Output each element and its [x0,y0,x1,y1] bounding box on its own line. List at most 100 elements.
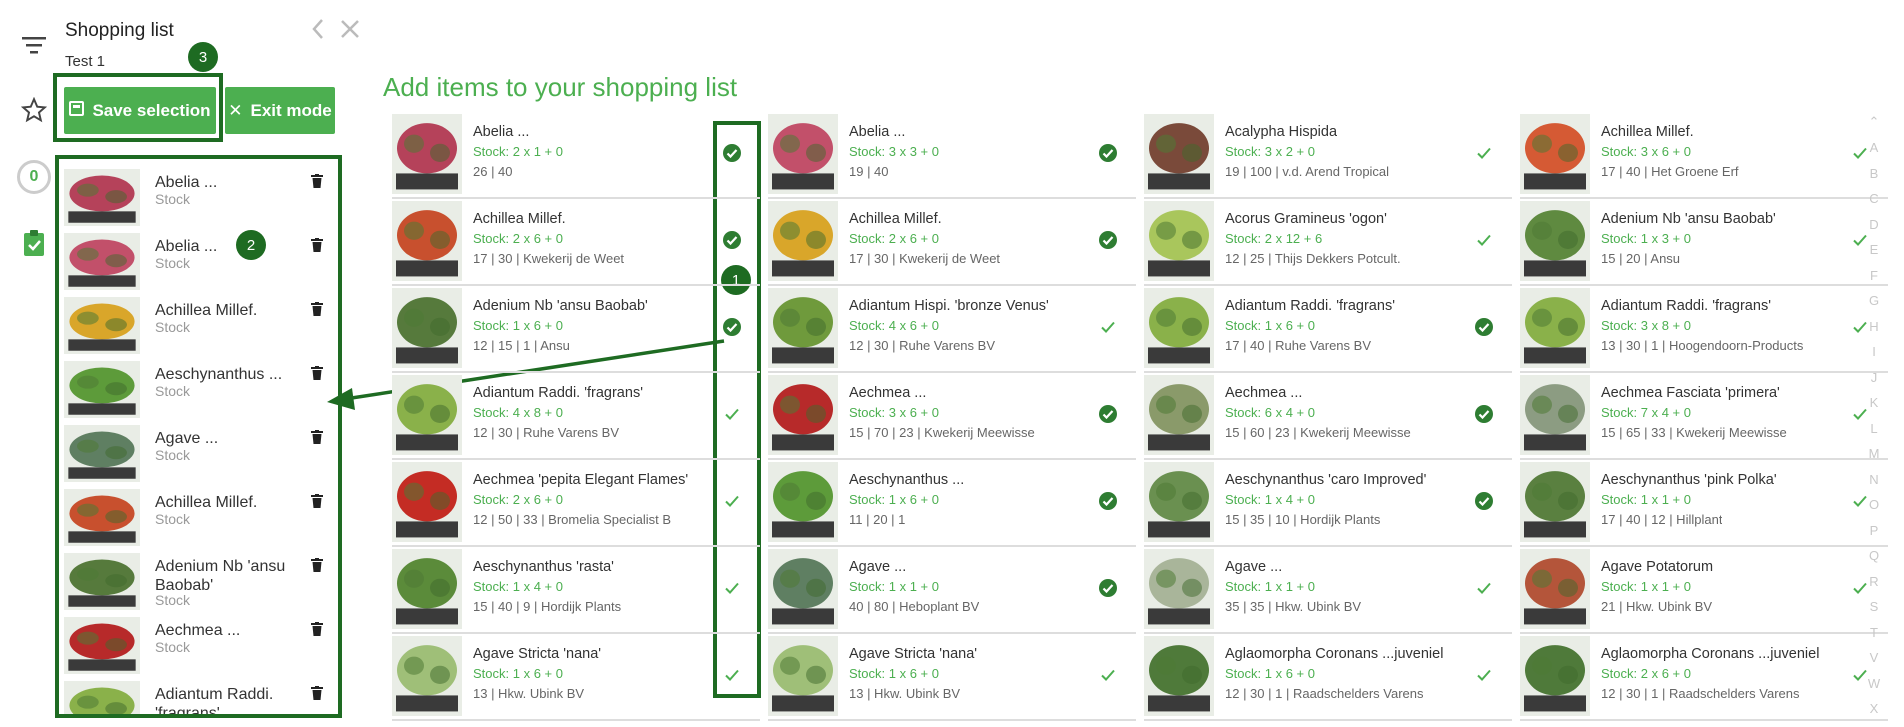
product-meta: 12 | 30 | 1 | Raadschelders Varens [1225,686,1424,701]
chevron-left-icon[interactable] [311,18,325,47]
alphabet-letter[interactable]: O [1864,497,1884,523]
panel-title: Shopping list [65,20,174,41]
alphabet-letter[interactable]: A [1864,140,1884,166]
product-card[interactable]: Aglaomorpha Coronans ...juveniel Stock: 1… [1144,636,1512,721]
check-circle-icon[interactable] [1474,404,1494,424]
check-circle-icon[interactable] [1098,230,1118,250]
product-stock: Stock: 2 x 12 + 6 [1225,231,1323,246]
product-card[interactable]: Aeschynanthus ... Stock: 1 x 6 + 0 11 | 20… [768,462,1136,547]
product-stock: Stock: 1 x 1 + 0 [1225,579,1315,594]
alphabet-letter[interactable]: J [1864,370,1884,396]
product-card[interactable]: Agave Potatorum Stock: 1 x 1 + 0 21 | Hkw.… [1520,549,1888,634]
product-card[interactable]: Agave ... Stock: 1 x 1 + 0 40 | 80 | Hebop… [768,549,1136,634]
product-name: Aeschynanthus 'rasta' [473,559,614,575]
check-circle-icon[interactable] [1474,317,1494,337]
product-card[interactable]: Adenium Nb 'ansu Baobab' Stock: 1 x 3 + 0… [1520,201,1888,286]
check-icon[interactable] [722,665,742,685]
check-circle-icon[interactable] [722,230,742,250]
alphabet-letter[interactable]: H [1864,319,1884,345]
product-card[interactable]: Agave ... Stock: 1 x 1 + 0 35 | 35 | Hkw. … [1144,549,1512,634]
product-card[interactable]: Aglaomorpha Coronans ...juveniel Stock: 2… [1520,636,1888,721]
alphabet-letter[interactable]: C [1864,191,1884,217]
alphabet-letter[interactable]: R [1864,574,1884,600]
product-card[interactable]: Aeschynanthus 'caro Improved' Stock: 1 x … [1144,462,1512,547]
check-icon[interactable] [1474,143,1494,163]
product-thumbnail [1144,201,1214,281]
check-icon[interactable] [1474,230,1494,250]
product-card[interactable]: Aechmea 'pepita Elegant Flames' Stock: 2 … [392,462,760,547]
product-stock: Stock: 3 x 8 + 0 [1601,318,1691,333]
product-card[interactable]: Aeschynanthus 'rasta' Stock: 1 x 4 + 0 15 … [392,549,760,634]
alphabet-letter[interactable]: K [1864,395,1884,421]
check-circle-icon[interactable] [1098,578,1118,598]
alphabet-letter[interactable]: T [1864,625,1884,651]
check-icon[interactable] [1474,665,1494,685]
alphabet-letter[interactable]: L [1864,421,1884,447]
check-icon[interactable] [722,578,742,598]
product-card[interactable]: Achillea Millef. Stock: 3 x 6 + 0 17 | 40 … [1520,114,1888,199]
icon-rail: 0 [0,0,60,722]
alphabet-letter[interactable]: E [1864,242,1884,268]
product-card[interactable]: Agave Stricta 'nana' Stock: 1 x 6 + 0 13 |… [768,636,1136,721]
close-icon[interactable] [340,18,360,46]
alphabet-letter[interactable]: V [1864,650,1884,676]
product-card[interactable]: Adiantum Raddi. 'fragrans' Stock: 1 x 6 +… [1144,288,1512,373]
product-card[interactable]: Aechmea ... Stock: 3 x 6 + 0 15 | 70 | 23 … [768,375,1136,460]
alphabet-letter[interactable]: X [1864,701,1884,727]
product-stock: Stock: 3 x 2 + 0 [1225,144,1315,159]
product-meta: 11 | 20 | 1 [849,512,906,527]
product-card[interactable]: Adiantum Raddi. 'fragrans' Stock: 4 x 8 +… [392,375,760,460]
alphabet-letter[interactable]: G [1864,293,1884,319]
product-card[interactable]: Aechmea ... Stock: 6 x 4 + 0 15 | 60 | 23 … [1144,375,1512,460]
alphabet-letter[interactable]: B [1864,166,1884,192]
product-name: Agave ... [1225,559,1283,575]
chevron-up-icon[interactable]: ⌃ [1864,114,1884,140]
check-circle-icon[interactable] [722,143,742,163]
exit-mode-button[interactable]: ✕ Exit mode [225,87,335,134]
alphabet-letter[interactable]: N [1864,472,1884,498]
alphabet-letter[interactable]: D [1864,217,1884,243]
product-card[interactable]: Achillea Millef. Stock: 2 x 6 + 0 17 | 30 … [768,201,1136,286]
product-card[interactable]: Adiantum Raddi. 'fragrans' Stock: 3 x 8 +… [1520,288,1888,373]
product-stock: Stock: 1 x 3 + 0 [1601,231,1691,246]
clipboard-check-icon[interactable] [19,228,49,258]
product-card[interactable]: Adiantum Hispi. 'bronze Venus' Stock: 4 x… [768,288,1136,373]
product-card[interactable]: Aeschynanthus 'pink Polka' Stock: 1 x 1 +… [1520,462,1888,547]
star-icon[interactable] [19,95,49,125]
alphabet-letter[interactable]: F [1864,268,1884,294]
check-circle-icon[interactable] [1098,491,1118,511]
check-circle-icon[interactable] [1098,404,1118,424]
product-card[interactable]: Agave Stricta 'nana' Stock: 1 x 6 + 0 13 |… [392,636,760,721]
product-name: Adiantum Hispi. 'bronze Venus' [849,298,1049,314]
alphabet-letter[interactable]: I [1864,344,1884,370]
check-icon[interactable] [1098,665,1118,685]
check-icon[interactable] [1098,317,1118,337]
check-circle-icon[interactable] [722,317,742,337]
alphabet-letter[interactable]: S [1864,599,1884,625]
product-thumbnail [768,636,838,716]
alphabet-letter[interactable]: W [1864,676,1884,702]
product-meta: 17 | 40 | Het Groene Erf [1601,164,1739,179]
product-stock: Stock: 2 x 6 + 0 [473,231,563,246]
product-card[interactable]: Abelia ... Stock: 3 x 3 + 0 19 | 40 [768,114,1136,199]
product-card[interactable]: Achillea Millef. Stock: 2 x 6 + 0 17 | 30 … [392,201,760,286]
filter-icon[interactable] [19,30,49,60]
product-card[interactable]: Aechmea Fasciata 'primera' Stock: 7 x 4 +… [1520,375,1888,460]
product-name: Adenium Nb 'ansu Baobab' [473,298,648,314]
alphabet-letter[interactable]: M [1864,446,1884,472]
product-card[interactable]: Adenium Nb 'ansu Baobab' Stock: 1 x 6 + 0… [392,288,760,373]
alphabet-letter[interactable]: Q [1864,548,1884,574]
check-icon[interactable] [1474,578,1494,598]
product-card[interactable]: Acalypha Hispida Stock: 3 x 2 + 0 19 | 100… [1144,114,1512,199]
product-name: Aechmea ... [1225,385,1303,401]
product-stock: Stock: 3 x 3 + 0 [849,144,939,159]
product-thumbnail [1144,114,1214,194]
product-card[interactable]: Acorus Gramineus 'ogon' Stock: 2 x 12 + 6… [1144,201,1512,286]
check-icon[interactable] [722,404,742,424]
alphabet-letter[interactable]: P [1864,523,1884,549]
product-meta: 12 | 50 | 33 | Bromelia Specialist B [473,512,672,527]
check-circle-icon[interactable] [1098,143,1118,163]
product-card[interactable]: Abelia ... Stock: 2 x 1 + 0 26 | 40 [392,114,760,199]
check-icon[interactable] [722,491,742,511]
check-circle-icon[interactable] [1474,491,1494,511]
